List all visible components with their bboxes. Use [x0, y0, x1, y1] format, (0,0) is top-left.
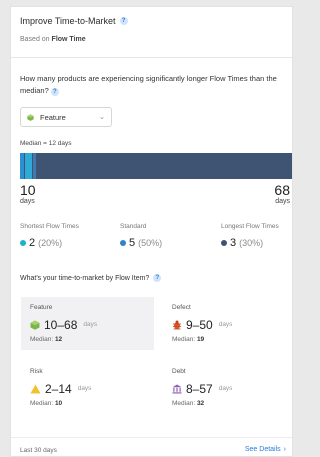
stat-percent: (20%): [38, 238, 63, 248]
min-value: 10: [20, 182, 36, 198]
stat-label: Standard: [120, 223, 147, 230]
tile-feature[interactable]: Feature 10–68 days Median: 12: [21, 297, 154, 350]
card-footer: Last 30 days See Details ›: [11, 437, 292, 456]
stat-count: 5: [129, 237, 136, 249]
median-label: Median = 12 days: [20, 140, 72, 147]
tile-median: Median: 19: [172, 336, 205, 343]
chevron-right-icon: ›: [283, 446, 286, 453]
flow-item-dropdown[interactable]: Feature ⌄: [20, 107, 112, 127]
dropdown-selected: Feature: [40, 112, 66, 122]
tile-unit: days: [77, 385, 92, 392]
tile-median: Median: 12: [30, 336, 63, 343]
max-value: 68: [274, 182, 290, 198]
time-period-label: Last 30 days: [20, 447, 57, 454]
tile-name: Feature: [30, 304, 53, 311]
tile-defect[interactable]: Defect 9–50 days Median: 19: [163, 297, 292, 350]
header-divider: [11, 57, 292, 58]
tile-risk[interactable]: Risk 2–14 days Median: 10: [21, 361, 154, 414]
stat-shortest: Shortest Flow Times 2 (20%): [20, 223, 79, 249]
tile-name: Debt: [172, 368, 186, 375]
card-subtitle: Based on Flow Time: [20, 36, 86, 43]
feature-icon: [27, 113, 34, 121]
longest-dot: [221, 240, 227, 246]
stat-count: 2: [29, 237, 36, 249]
debt-icon: [172, 384, 182, 394]
help-icon[interactable]: ?: [119, 17, 128, 25]
tile-debt[interactable]: Debt 8–57 days Median: 32: [163, 361, 292, 414]
stat-longest: Longest Flow Times 3 (30%): [221, 223, 279, 249]
tile-unit: days: [83, 321, 98, 328]
flow-item-question: What's your time-to-market by Flow Item?…: [20, 274, 162, 282]
tile-median: Median: 32: [172, 400, 205, 407]
stat-standard: Standard 5 (50%): [120, 223, 162, 249]
tile-unit: days: [218, 321, 233, 328]
stat-percent: (50%): [138, 238, 163, 248]
tile-unit: days: [218, 385, 233, 392]
tile-range: 2–14: [45, 382, 72, 396]
min-unit: days: [20, 198, 35, 205]
card-header: Improve Time-to-Market ? Based on Flow T…: [20, 16, 292, 43]
help-icon[interactable]: ?: [153, 274, 162, 282]
help-icon[interactable]: ?: [50, 88, 59, 96]
max-unit: days: [275, 198, 290, 205]
stat-label: Shortest Flow Times: [20, 223, 79, 230]
shortest-dot: [20, 240, 26, 246]
tile-median: Median: 10: [30, 400, 63, 407]
tile-range: 8–57: [186, 382, 213, 396]
tile-name: Defect: [172, 304, 191, 311]
tile-name: Risk: [30, 368, 43, 375]
card-title: Improve Time-to-Market: [20, 16, 116, 26]
stat-percent: (30%): [239, 238, 264, 248]
risk-icon: [30, 384, 41, 394]
standard-dot: [120, 240, 126, 246]
see-details-link[interactable]: See Details ›: [245, 446, 286, 453]
bar-segment: [20, 153, 24, 179]
flow-time-distribution-bar: [20, 153, 292, 179]
stat-count: 3: [230, 237, 237, 249]
products-question: How many products are experiencing signi…: [20, 74, 277, 96]
defect-icon: [173, 320, 181, 330]
tile-range: 9–50: [186, 318, 213, 332]
feature-icon: [30, 320, 40, 330]
bar-segment: [25, 153, 32, 179]
tile-range: 10–68: [44, 318, 78, 332]
bar-segment: [33, 153, 36, 179]
time-to-market-card: Improve Time-to-Market ? Based on Flow T…: [10, 6, 293, 457]
stat-label: Longest Flow Times: [221, 223, 279, 230]
chevron-down-icon: ⌄: [99, 114, 105, 121]
